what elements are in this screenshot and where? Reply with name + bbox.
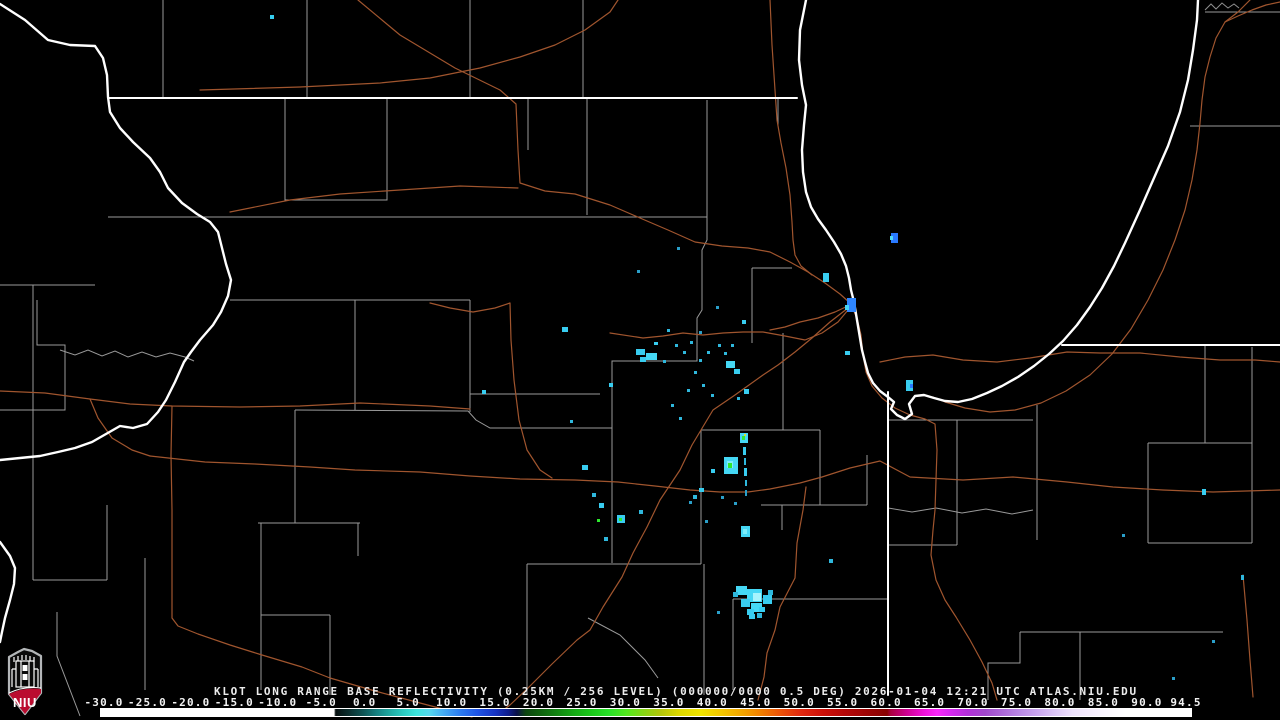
radar-echo [689,501,692,504]
radar-echo [743,529,747,534]
radar-echo [721,496,724,499]
radar-echo [734,502,737,505]
radar-echo [687,389,690,392]
radar-echo [270,15,274,19]
radar-echo [744,434,746,436]
radar-echo [597,519,600,522]
radar-echo [702,384,705,387]
radar-echo [749,614,755,619]
radar-echo [731,344,734,347]
radar-echo [716,306,719,309]
radar-echo [699,359,702,362]
radar-echo [759,607,765,612]
radar-echo [694,371,697,374]
radar-echo [679,417,682,420]
colorbar-tick-labels: -30.0 -25.0 -20.0 -15.0 -10.0 -5.0 0.0 5.0 10.0 1… [0,696,1280,709]
state-borders [107,97,1280,696]
radar-echo [690,341,693,344]
radar-echo [640,357,646,362]
radar-echo [570,420,573,423]
radar-echo [744,389,749,394]
radar-echo [677,247,680,250]
radar-echo [742,436,745,440]
colorbar-gradient [101,709,1191,716]
radar-echo [667,329,670,332]
radar-echo [910,384,913,388]
radar-echo [741,599,750,607]
radar-echo [1202,489,1206,495]
radar-echo [724,352,727,355]
radar-map [0,0,1280,718]
radar-echo [823,273,829,282]
radar-echo [718,344,721,347]
radar-echo [599,503,604,508]
radar-echo [890,236,893,240]
colorbar [100,708,1192,717]
radar-echo [675,344,678,347]
radar-echo [705,520,708,523]
radar-echo [654,342,658,345]
radar-echo [604,537,608,541]
radar-echo [671,404,674,407]
radar-echo [1122,534,1125,537]
radar-echo [726,361,735,368]
radar-echo [845,351,850,355]
radar-echo [592,493,596,497]
radar-echo [742,320,746,324]
radar-echo [683,351,686,354]
radar-echo [753,593,761,601]
radar-echo [482,390,486,394]
radar-echo [728,463,732,468]
radar-echo [711,469,715,473]
radar-echo [745,480,747,486]
radar-echo [1241,575,1244,580]
radar-echo [768,590,773,595]
radar-echo [663,360,666,363]
radar-echo [744,458,746,465]
radar-echo [763,595,772,604]
radar-echo [745,490,747,496]
radar-echo [734,369,740,374]
radar-echo [737,397,740,400]
radar-echo [636,349,645,355]
radar-echo [646,353,657,360]
radar-echo [699,488,704,492]
radar-echo [711,394,714,397]
radar-echo [582,465,588,470]
radar-echo [757,613,762,618]
radar-echo [707,351,710,354]
radar-echo [609,383,613,387]
radar-echo [717,611,720,614]
radar-display: NIU KLOT LONG RANGE BASE REFLECTIVITY (0… [0,0,1280,720]
radar-echo [619,518,622,521]
radar-echo [693,495,697,499]
radar-echo [699,331,702,334]
radar-echo [743,447,746,455]
radar-echo [1212,640,1215,643]
radar-echo [1172,677,1175,680]
radar-echo [637,270,640,273]
radar-echo-layer [270,15,1244,680]
radar-echo [562,327,568,332]
radar-echo [733,592,738,597]
radar-echo [829,559,833,563]
radar-echo [639,510,643,514]
lake-shoreline [0,0,1240,644]
radar-echo [744,468,747,476]
radar-echo [845,305,849,310]
